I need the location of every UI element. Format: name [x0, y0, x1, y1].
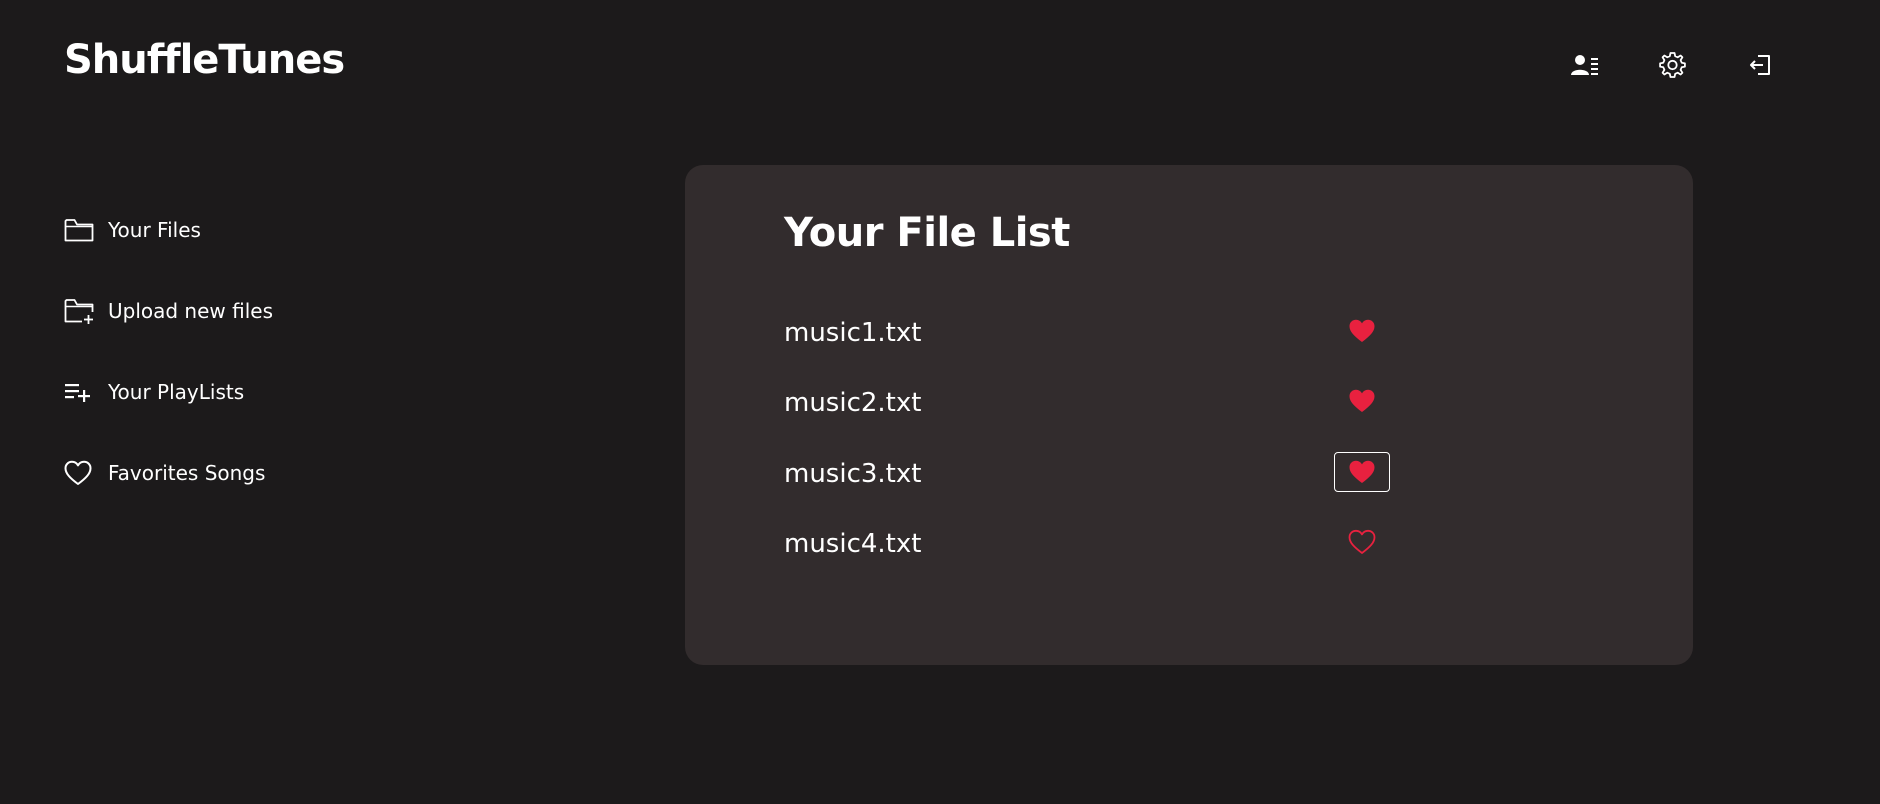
file-row: music3.txt	[784, 452, 1424, 496]
folder-icon	[64, 214, 96, 246]
heart-filled-icon	[1349, 460, 1375, 483]
sidebar-item-upload[interactable]: Upload new files	[64, 291, 424, 331]
sign-out-icon	[1750, 55, 1770, 75]
settings-button[interactable]	[1655, 48, 1689, 82]
profile-list-icon	[1571, 55, 1598, 75]
sidebar-item-label: Favorites Songs	[108, 461, 266, 485]
heart-outline-icon	[1348, 529, 1376, 554]
playlist-add-icon	[64, 376, 96, 408]
heart-filled-icon	[1349, 389, 1375, 412]
file-row: music1.txt	[784, 311, 1424, 355]
heart-filled-icon	[1349, 319, 1375, 342]
file-name[interactable]: music3.txt	[784, 452, 1424, 496]
page-title: Your File List	[784, 210, 1070, 256]
sign-out-button[interactable]	[1744, 48, 1778, 82]
favorite-toggle-button[interactable]	[1334, 381, 1390, 421]
file-row: music2.txt	[784, 381, 1424, 425]
file-list-card: Your File List music1.txt music2.txt mus…	[685, 165, 1693, 665]
favorite-toggle-button[interactable]	[1334, 452, 1390, 492]
sidebar-item-your-files[interactable]: Your Files	[64, 210, 424, 250]
sidebar: Your Files Upload new files Your PlayLis…	[64, 210, 424, 534]
brand-logo[interactable]: ShuffleTunes	[64, 34, 345, 86]
file-row: music4.txt	[784, 522, 1424, 566]
app-root: ShuffleTunes Your Files Upload new files…	[0, 0, 1880, 804]
file-name[interactable]: music4.txt	[784, 522, 1424, 566]
sidebar-item-favorites[interactable]: Favorites Songs	[64, 453, 424, 493]
heart-outline-icon	[64, 457, 96, 489]
sidebar-item-label: Your Files	[108, 218, 201, 242]
folder-add-icon	[64, 295, 96, 327]
favorite-toggle-button[interactable]	[1334, 311, 1390, 351]
sidebar-item-label: Your PlayLists	[108, 380, 245, 404]
profile-button[interactable]	[1568, 48, 1602, 82]
gear-icon	[1659, 52, 1686, 78]
favorite-toggle-button[interactable]	[1334, 522, 1390, 562]
file-name[interactable]: music2.txt	[784, 381, 1424, 425]
sidebar-item-playlists[interactable]: Your PlayLists	[64, 372, 424, 412]
file-name[interactable]: music1.txt	[784, 311, 1424, 355]
sidebar-item-label: Upload new files	[108, 299, 274, 323]
